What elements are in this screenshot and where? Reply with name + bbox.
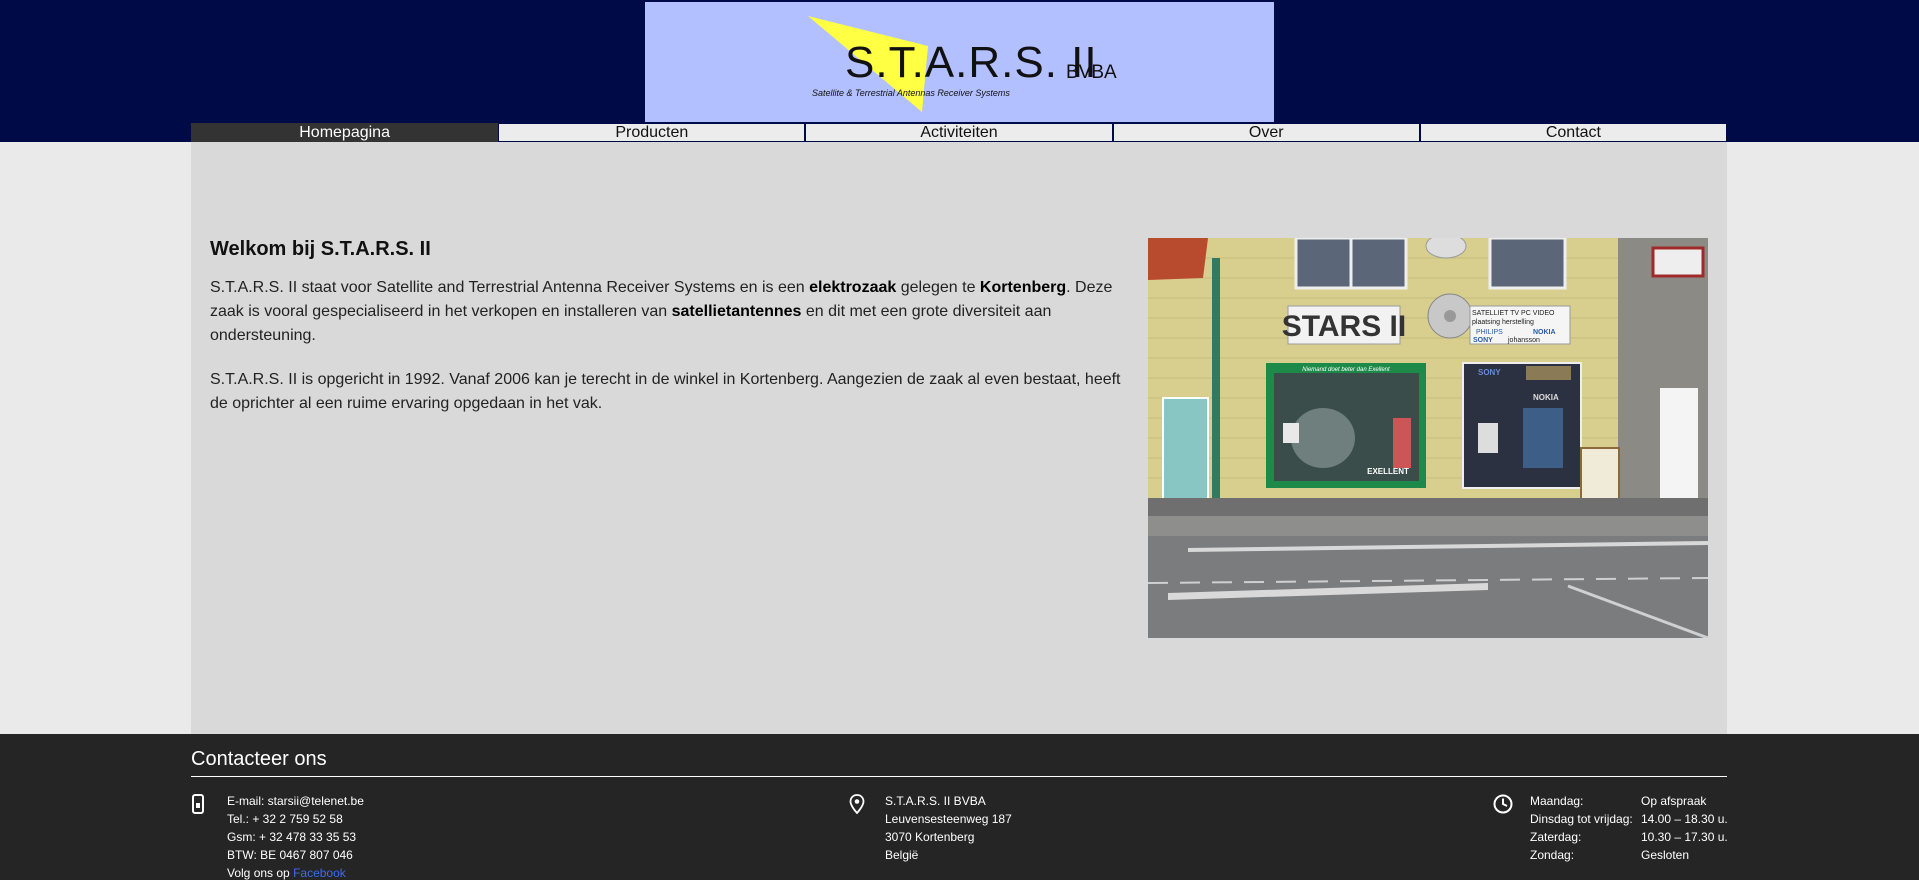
nav-item-contact[interactable]: Contact [1419,123,1728,142]
window-nokia: NOKIA [1533,393,1559,402]
services-line-1: SATELLIET TV PC VIDEO [1472,310,1555,317]
window-brand: EXELLENT [1367,467,1409,476]
intro-text-2: gelegen te [896,279,980,296]
logo-title: S.T.A.R.S. II [845,38,1098,87]
hours-time: Op afspraak [1641,794,1707,808]
hours-time: 10.30 – 17.30 u. [1641,830,1728,844]
intro-paragraph: S.T.A.R.S. II staat voor Satellite and T… [210,276,1130,348]
contact-btw: BTW: BE 0467 807 046 [227,848,353,862]
hours-day: Zondag: [1530,848,1575,862]
site-logo[interactable]: S.T.A.R.S. II BVBA Satellite & Terrestri… [645,2,1274,122]
contact-gsm: Gsm: + 32 478 33 35 53 [227,830,357,844]
footer-title: Contacteer ons [191,748,327,770]
intro-bold-elektrozaak: elektrozaak [809,279,897,296]
nav-item-over[interactable]: Over [1112,123,1420,142]
history-paragraph: S.T.A.R.S. II is opgericht in 1992. Vana… [210,371,1121,412]
hours-time: 14.00 – 18.30 u. [1641,812,1728,826]
brand-nokia: NOKIA [1533,329,1556,336]
follow-prefix: Volg ons op [227,866,294,880]
nav-item-producten[interactable]: Producten [498,123,806,142]
address-name: S.T.A.R.S. II BVBA [885,794,986,808]
nav-item-homepagina[interactable]: Homepagina [191,123,499,142]
shop-sign: STARS II [1282,310,1406,343]
address-country: België [885,848,919,862]
mobile-phone-icon [191,794,205,819]
address-city: 3070 Kortenberg [885,830,975,844]
intro-bold-kortenberg: Kortenberg [979,279,1067,296]
logo-subtitle: Satellite & Terrestrial Antennas Receive… [812,88,1010,98]
logo-suffix: BVBA [1066,62,1117,83]
facebook-link[interactable]: Facebook [293,866,346,880]
intro-bold-satellietantennes: satellietantennes [671,303,802,320]
services-line-2: plaatsing herstelling [1472,319,1534,326]
footer-divider [191,776,1727,777]
address-street: Leuvensesteenweg 187 [885,812,1012,826]
footer: Contacteer ons E-mail: starsii@telenet.b… [0,734,1919,880]
hours-day: Dinsdag tot vrijdag: [1530,812,1633,826]
brand-philips: PHILIPS [1476,329,1503,336]
map-pin-icon [849,794,865,819]
contact-email: E-mail: starsii@telenet.be [227,794,364,808]
welcome-section: Welkom bij S.T.A.R.S. II S.T.A.R.S. II s… [210,238,1130,436]
intro-text-1: S.T.A.R.S. II staat voor Satellite and T… [210,279,810,296]
main-content: Welkom bij S.T.A.R.S. II S.T.A.R.S. II s… [191,142,1727,734]
brand-johansson: johansson [1507,337,1540,344]
hours-time: Gesloten [1641,848,1690,862]
hours-day: Maandag: [1530,794,1584,808]
window-slogan: Niemand doet beter dan Exellent [1302,367,1390,373]
clock-icon [1493,794,1513,819]
nav-item-activiteiten[interactable]: Activiteiten [805,123,1113,142]
hours-day: Zaterdag: [1530,830,1582,844]
page-title: Welkom bij S.T.A.R.S. II [210,238,431,260]
contact-tel: Tel.: + 32 2 759 52 58 [227,812,343,826]
storefront-photo: STARS II Niemand doet beter dan Exellent… [1148,238,1708,638]
brand-sony: SONY [1473,337,1493,344]
window-sony: SONY [1478,368,1501,377]
contact-follow: Volg ons op Facebook [227,864,364,880]
main-nav: Homepagina Producten Activiteiten Over C… [191,123,1728,142]
